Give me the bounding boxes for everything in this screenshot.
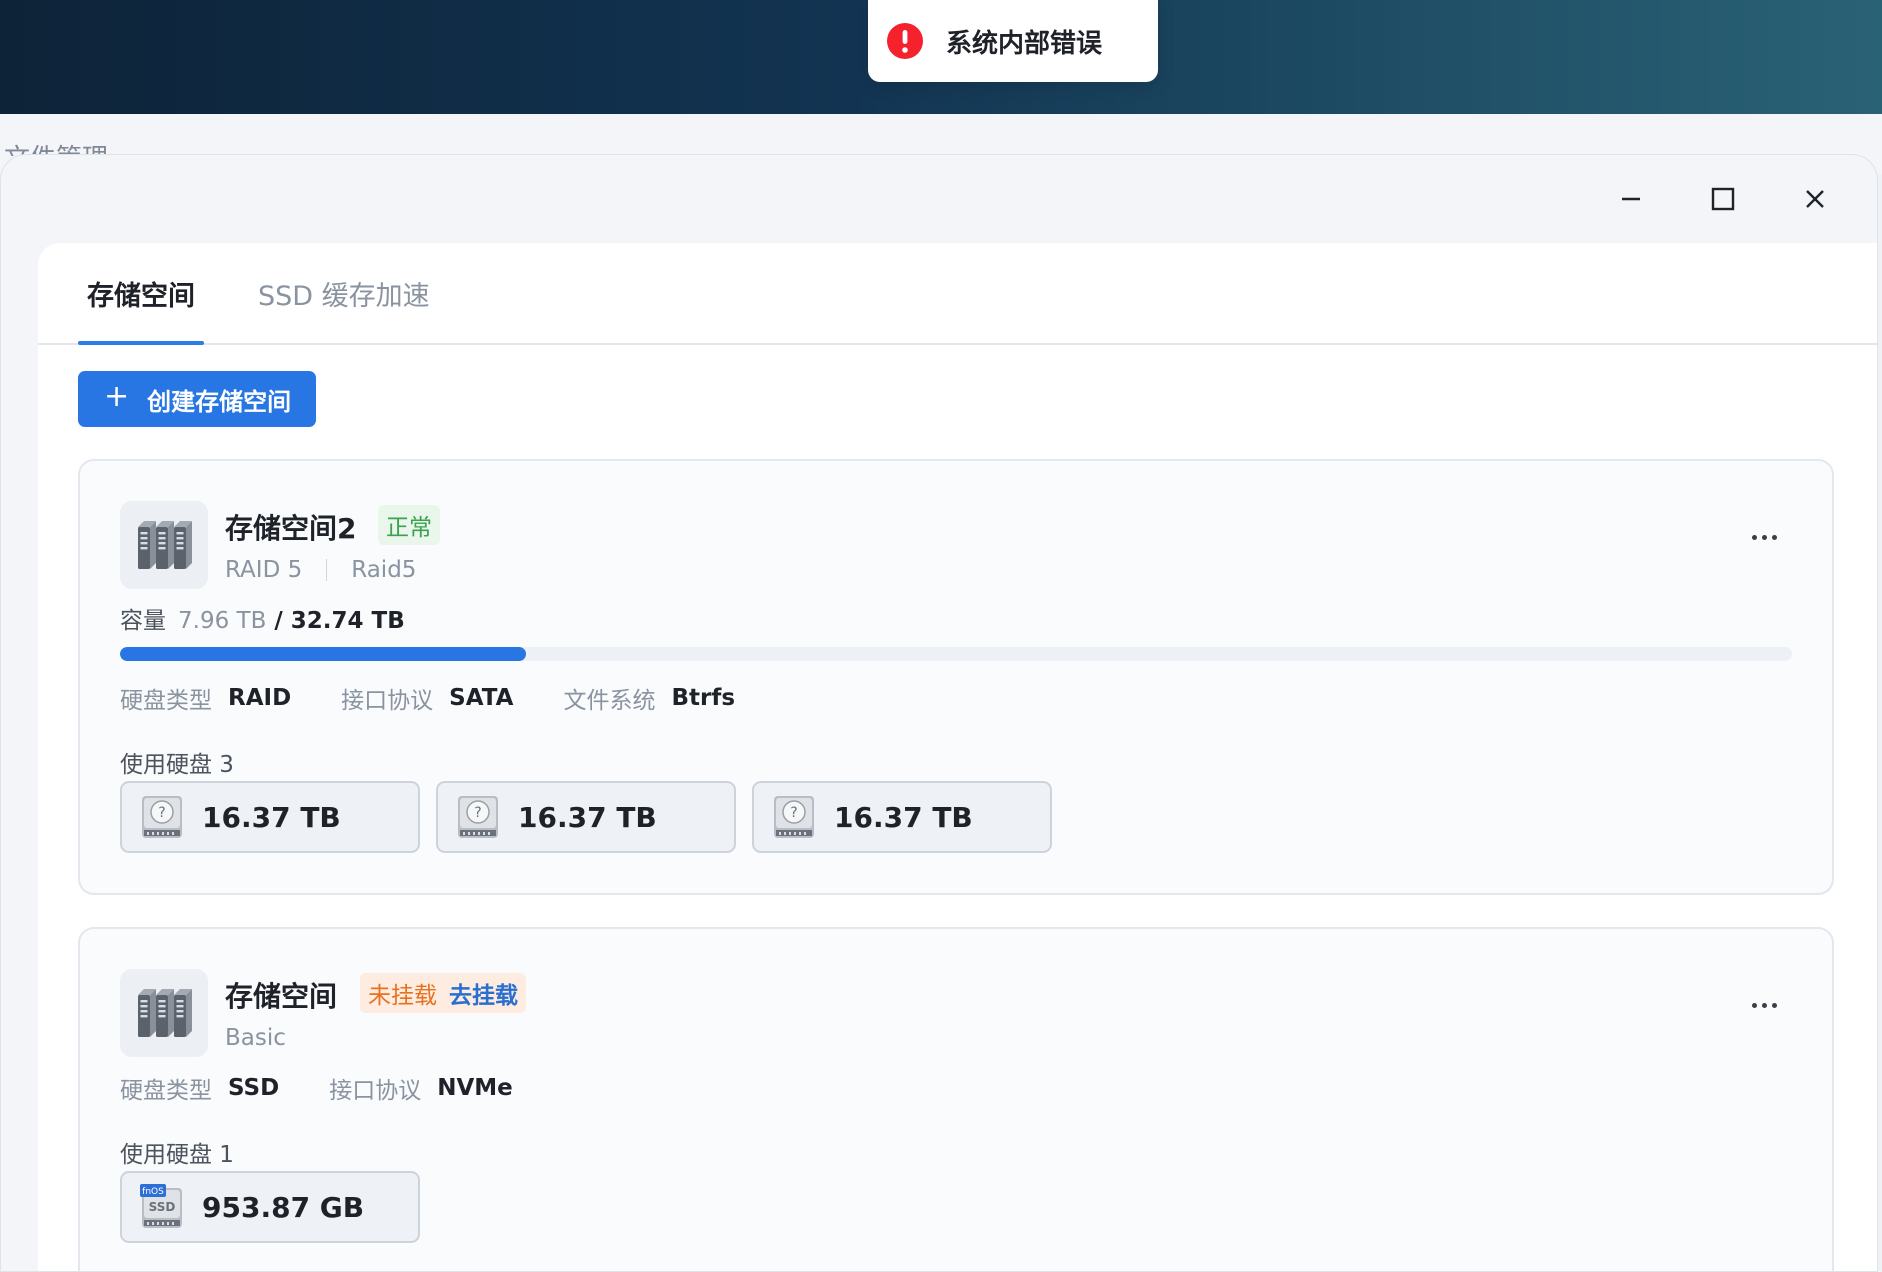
capacity-used: 7.96 TB bbox=[178, 608, 267, 634]
status-badge: 正常 bbox=[378, 505, 440, 545]
plus-icon: + bbox=[104, 379, 130, 414]
svg-text:?: ? bbox=[158, 805, 165, 821]
meta-value-interface: NVMe bbox=[437, 1075, 513, 1101]
meta-key-interface: 接口协议 bbox=[341, 688, 434, 714]
hdd-icon: ? bbox=[774, 796, 814, 838]
disk-item[interactable]: ? 16.37 TB bbox=[436, 781, 736, 853]
capacity-label: 容量 bbox=[120, 608, 166, 634]
server-rack-icon bbox=[120, 969, 208, 1057]
meta-key-interface: 接口协议 bbox=[329, 1078, 422, 1104]
capacity-total: / 32.74 TB bbox=[274, 608, 405, 634]
raid-name: Basic bbox=[225, 1025, 286, 1051]
close-icon bbox=[1806, 190, 1824, 208]
minimize-icon bbox=[1622, 197, 1640, 201]
server-rack-icon bbox=[120, 501, 208, 589]
meta-value-interface: SATA bbox=[449, 685, 514, 711]
meta-key-filesystem: 文件系统 bbox=[563, 688, 656, 714]
tab-storage-space[interactable]: 存储空间 bbox=[78, 243, 204, 345]
more-options-button[interactable] bbox=[1744, 995, 1784, 1015]
storage-manager-window: 存储空间 SSD 缓存加速 + 创建存储空间 存储空间2 正常 RAID 5 R… bbox=[0, 154, 1878, 1272]
maximize-button[interactable] bbox=[1703, 179, 1743, 219]
disk-count: 使用硬盘 1 bbox=[120, 1142, 234, 1168]
tab-ssd-cache[interactable]: SSD 缓存加速 bbox=[249, 243, 439, 343]
window-controls bbox=[1577, 155, 1877, 243]
hdd-icon: ? bbox=[458, 796, 498, 838]
ssd-icon: fnOS SSD bbox=[140, 1184, 182, 1228]
divider bbox=[326, 559, 328, 581]
svg-text:?: ? bbox=[474, 805, 481, 821]
more-options-button[interactable] bbox=[1744, 527, 1784, 547]
disk-list: fnOS SSD 953.87 GB bbox=[120, 1171, 420, 1243]
meta-value-disk-type: RAID bbox=[228, 685, 292, 711]
storage-pool-card: 存储空间2 正常 RAID 5 Raid5 容量 7.96 TB / 32.74… bbox=[78, 459, 1834, 895]
status-text: 未挂载 bbox=[368, 983, 437, 1009]
status-text: 正常 bbox=[386, 515, 432, 541]
disk-list: ? 16.37 TB ? 16.37 TB ? 16.37 TB bbox=[120, 781, 1052, 853]
disk-size: 16.37 TB bbox=[202, 800, 341, 834]
pool-raid-info: Basic bbox=[225, 1025, 286, 1051]
error-toast: 系统内部错误 bbox=[868, 0, 1158, 82]
pool-meta: 硬盘类型 SSD 接口协议 NVMe bbox=[120, 1071, 563, 1105]
capacity-progress-fill bbox=[120, 647, 527, 661]
capacity-progress-bar bbox=[120, 647, 1792, 661]
more-dots-icon bbox=[1751, 1002, 1757, 1008]
meta-value-filesystem: Btrfs bbox=[671, 685, 736, 711]
error-message: 系统内部错误 bbox=[946, 28, 1103, 59]
ssd-type-label: SSD bbox=[149, 1200, 176, 1214]
disk-count: 使用硬盘 3 bbox=[120, 752, 234, 778]
disk-item[interactable]: ? 16.37 TB bbox=[752, 781, 1052, 853]
tab-bar: 存储空间 SSD 缓存加速 bbox=[38, 243, 1877, 345]
pool-meta: 硬盘类型 RAID 接口协议 SATA 文件系统 Btrfs bbox=[120, 681, 785, 715]
pool-raid-info: RAID 5 Raid5 bbox=[225, 557, 416, 583]
capacity-info: 容量 7.96 TB / 32.74 TB bbox=[120, 601, 405, 635]
hdd-icon: ? bbox=[142, 796, 182, 838]
raid-level: RAID 5 bbox=[225, 557, 303, 583]
status-badge: 未挂载 去挂载 bbox=[360, 973, 526, 1013]
more-dots-icon bbox=[1751, 534, 1757, 540]
create-storage-button[interactable]: + 创建存储空间 bbox=[78, 371, 317, 427]
error-icon bbox=[887, 23, 923, 59]
storage-pool-card: 存储空间 未挂载 去挂载 Basic 硬盘类型 SSD 接口协议 NVMe 使用… bbox=[78, 927, 1834, 1271]
pool-name: 存储空间2 bbox=[225, 512, 357, 545]
meta-value-disk-type: SSD bbox=[228, 1075, 280, 1101]
meta-key-disk-type: 硬盘类型 bbox=[120, 1078, 212, 1104]
svg-text:?: ? bbox=[790, 805, 797, 821]
pool-name: 存储空间 bbox=[225, 980, 338, 1013]
disk-item[interactable]: fnOS SSD 953.87 GB bbox=[120, 1171, 420, 1243]
raid-name: Raid5 bbox=[351, 557, 417, 583]
disk-item[interactable]: ? 16.37 TB bbox=[120, 781, 420, 853]
create-storage-label: 创建存储空间 bbox=[147, 387, 292, 416]
ssd-brand-label: fnOS bbox=[142, 1187, 164, 1197]
disk-size: 16.37 TB bbox=[834, 800, 973, 834]
maximize-icon bbox=[1711, 187, 1735, 211]
close-button[interactable] bbox=[1795, 179, 1835, 219]
disk-size: 16.37 TB bbox=[518, 800, 657, 834]
minimize-button[interactable] bbox=[1611, 179, 1651, 219]
mount-link[interactable]: 去挂载 bbox=[449, 976, 518, 1010]
disk-size: 953.87 GB bbox=[202, 1190, 365, 1224]
storage-panel: 存储空间 SSD 缓存加速 + 创建存储空间 存储空间2 正常 RAID 5 R… bbox=[38, 243, 1877, 1271]
meta-key-disk-type: 硬盘类型 bbox=[120, 688, 212, 714]
